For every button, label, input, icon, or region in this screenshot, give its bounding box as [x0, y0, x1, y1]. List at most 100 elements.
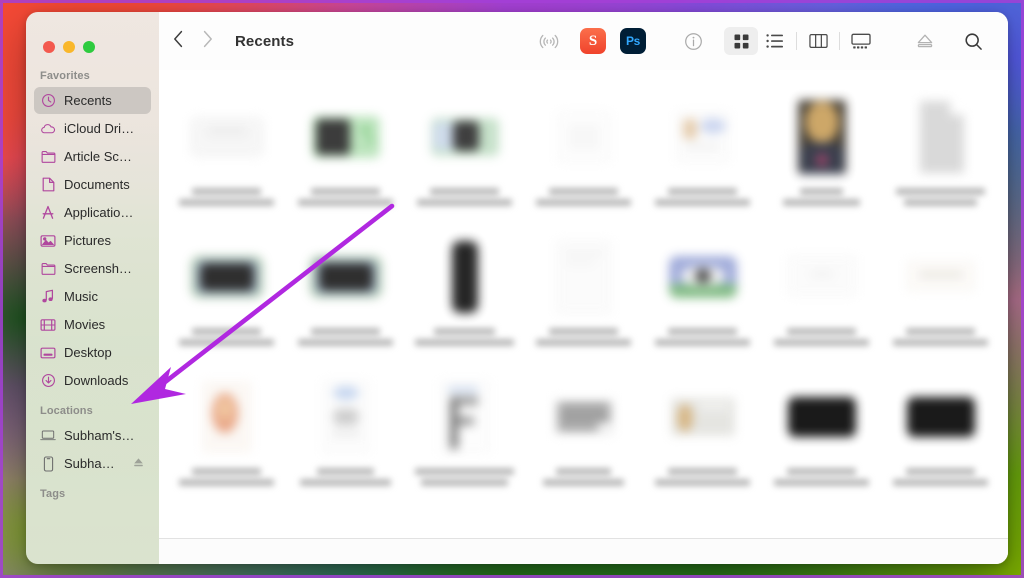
file-label	[175, 468, 279, 486]
iphone-icon	[40, 455, 56, 472]
file-item[interactable]	[762, 228, 881, 368]
sidebar-item-article-screenshots[interactable]: Article Sc…	[34, 143, 151, 170]
zoom-window-button[interactable]	[83, 41, 95, 53]
icon-view-icon[interactable]	[724, 27, 758, 55]
file-item[interactable]	[643, 368, 762, 508]
document-icon	[40, 177, 56, 193]
file-item[interactable]	[643, 228, 762, 368]
sidebar-item-downloads[interactable]: Downloads	[34, 367, 151, 394]
file-thumbnail	[643, 234, 762, 320]
file-item[interactable]	[524, 228, 643, 368]
file-item[interactable]	[405, 228, 524, 368]
file-item[interactable]	[881, 368, 1000, 508]
minimize-window-button[interactable]	[63, 41, 75, 53]
sidebar-item-movies[interactable]: Movies	[34, 311, 151, 338]
file-label	[413, 468, 517, 486]
sidebar-item-recents[interactable]: Recents	[34, 87, 151, 114]
file-label	[294, 468, 398, 486]
file-label	[532, 188, 636, 206]
gallery-view-icon[interactable]	[844, 27, 878, 55]
back-button[interactable]	[173, 30, 184, 53]
eject-icon[interactable]	[132, 456, 145, 472]
desktop-icon	[40, 345, 56, 361]
close-window-button[interactable]	[43, 41, 55, 53]
file-item[interactable]	[167, 368, 286, 508]
sidebar-item-label: Documents	[64, 177, 130, 192]
toolbar-divider	[796, 32, 797, 50]
finder-window: Favorites Recents iCloud Dri… Article Sc…	[26, 12, 1008, 564]
file-grid	[159, 70, 1008, 538]
file-item[interactable]	[405, 368, 524, 508]
sidebar-item-screenshots[interactable]: Screensh…	[34, 255, 151, 282]
file-item[interactable]	[524, 88, 643, 228]
file-item[interactable]	[524, 368, 643, 508]
file-label	[889, 188, 993, 206]
photoshop-app-icon[interactable]: Ps	[620, 28, 646, 54]
file-item[interactable]	[286, 228, 405, 368]
file-thumbnail	[167, 234, 286, 320]
list-view-icon[interactable]	[758, 27, 792, 55]
sidebar-item-macbook[interactable]: Subham's…	[34, 422, 151, 449]
finder-status-bar	[159, 538, 1008, 564]
forward-button[interactable]	[202, 30, 213, 53]
file-thumbnail	[286, 234, 405, 320]
file-label	[770, 188, 874, 206]
search-icon[interactable]	[956, 27, 990, 55]
file-thumbnail	[881, 94, 1000, 180]
file-item[interactable]	[643, 88, 762, 228]
file-item[interactable]	[167, 88, 286, 228]
file-item[interactable]	[405, 88, 524, 228]
file-label	[651, 188, 755, 206]
file-thumbnail	[167, 94, 286, 180]
folder-icon	[40, 149, 56, 165]
sidebar-item-applications[interactable]: Applicatio…	[34, 199, 151, 226]
folder-icon	[40, 261, 56, 277]
file-item[interactable]	[881, 88, 1000, 228]
sidebar-favorites-list: Recents iCloud Dri… Article Sc… Document…	[26, 87, 159, 394]
cloud-icon	[40, 121, 56, 137]
sidebar-item-icloud-drive[interactable]: iCloud Dri…	[34, 115, 151, 142]
file-item[interactable]	[762, 368, 881, 508]
file-label	[651, 328, 755, 346]
file-thumbnail	[881, 234, 1000, 320]
file-label	[532, 328, 636, 346]
toolbar-actions: S Ps	[532, 27, 990, 55]
film-icon	[40, 317, 56, 333]
sidebar-item-label: Pictures	[64, 233, 111, 248]
music-note-icon	[40, 289, 56, 305]
file-label	[770, 328, 874, 346]
sketch-app-icon[interactable]: S	[580, 28, 606, 54]
column-view-icon[interactable]	[801, 27, 835, 55]
sidebar-item-label: Article Sc…	[64, 149, 132, 164]
file-item[interactable]	[762, 88, 881, 228]
sidebar-section-locations: Locations	[40, 405, 93, 417]
sidebar-item-pictures[interactable]: Pictures	[34, 227, 151, 254]
desktop-background: Favorites Recents iCloud Dri… Article Sc…	[0, 0, 1024, 578]
finder-toolbar: Recents S Ps	[159, 12, 1008, 70]
sidebar-item-documents[interactable]: Documents	[34, 171, 151, 198]
file-item[interactable]	[286, 88, 405, 228]
sidebar-locations-list: Subham's… Subha…	[26, 422, 159, 477]
file-label	[413, 188, 517, 206]
file-item[interactable]	[286, 368, 405, 508]
finder-content-pane: Recents S Ps	[159, 12, 1008, 564]
file-label	[175, 328, 279, 346]
info-icon[interactable]	[676, 27, 710, 55]
sidebar-item-label: Subha…	[64, 456, 115, 471]
file-thumbnail	[405, 234, 524, 320]
sidebar-item-label: Desktop	[64, 345, 112, 360]
sidebar-item-iphone[interactable]: Subha…	[34, 450, 151, 477]
file-thumbnail	[167, 374, 286, 460]
file-label	[294, 188, 398, 206]
file-item[interactable]	[167, 228, 286, 368]
file-label	[770, 468, 874, 486]
file-item[interactable]	[881, 228, 1000, 368]
sidebar-item-label: iCloud Dri…	[64, 121, 135, 136]
sidebar-item-label: Subham's…	[64, 428, 135, 443]
airdrop-icon[interactable]	[532, 27, 566, 55]
eject-icon[interactable]	[908, 27, 942, 55]
file-thumbnail	[643, 374, 762, 460]
sidebar-item-desktop[interactable]: Desktop	[34, 339, 151, 366]
file-thumbnail	[524, 94, 643, 180]
sidebar-item-music[interactable]: Music	[34, 283, 151, 310]
